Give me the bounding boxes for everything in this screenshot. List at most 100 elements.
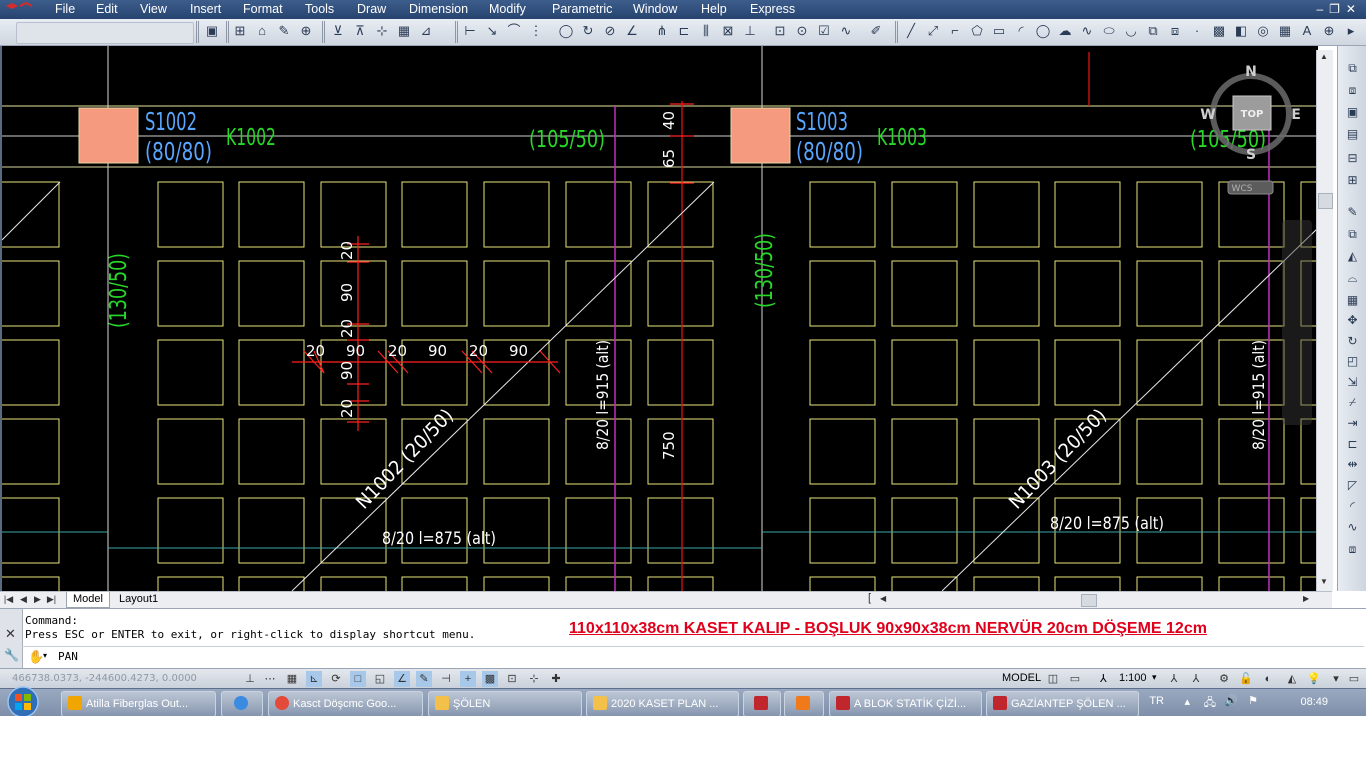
menu-draw[interactable]: Draw [357, 2, 386, 16]
tab-model[interactable]: Model [66, 592, 110, 608]
menu-view[interactable]: View [140, 2, 167, 16]
flag-icon[interactable]: ⚑ [1248, 694, 1258, 707]
snap-icon[interactable]: ⊻ [330, 22, 346, 39]
properties-icon[interactable]: ⊞ [232, 22, 248, 39]
taskbar-item-autocad-a-blok[interactable]: A BLOK STATİK ÇİZİ... [829, 691, 982, 716]
trim-icon[interactable]: ⌿ [1344, 394, 1361, 410]
array-icon[interactable]: ▦ [1344, 292, 1361, 308]
chevron-down-icon[interactable]: ▾ [43, 651, 47, 660]
toolbar-grip[interactable] [455, 21, 458, 43]
menu-modify[interactable]: Modify [489, 2, 526, 16]
hscroll-left-arrow-icon[interactable]: ◀ [880, 594, 886, 603]
polyline-icon[interactable]: ⌐ [947, 22, 963, 39]
menu-dimension[interactable]: Dimension [409, 2, 468, 16]
tab-prev-icon[interactable]: ◀ [18, 593, 29, 606]
viewport-icon[interactable]: ⧉ [1344, 60, 1361, 76]
taskbar-item-ie[interactable] [221, 691, 263, 716]
polar-icon[interactable]: ⟳ [328, 671, 344, 687]
3dosnap-icon[interactable]: ◱ [372, 671, 388, 687]
gradient-icon[interactable]: ◧ [1233, 22, 1249, 39]
mtext-icon[interactable]: A [1299, 22, 1315, 39]
network-icon[interactable]: 🖧 [1204, 694, 1216, 713]
sc-icon[interactable]: ⊹ [526, 671, 542, 687]
command-window-handle[interactable]: ✕ 🔧 [0, 609, 23, 669]
toolbar-grip[interactable] [196, 21, 199, 43]
menu-format[interactable]: Format [243, 2, 283, 16]
revcloud-icon[interactable]: ☁ [1057, 22, 1073, 39]
taskbar-item-folder-solen[interactable]: ŞÖLEN [428, 691, 582, 716]
join-icon[interactable]: ⇹ [1344, 456, 1361, 472]
lightbulb-icon[interactable]: 💡 [1306, 671, 1322, 687]
dim-break-icon[interactable]: ⊥ [742, 22, 758, 39]
point-icon[interactable]: · [1189, 22, 1205, 39]
auto-scale-icon[interactable]: ⅄ [1188, 671, 1204, 687]
workspace-dropdown[interactable] [16, 22, 194, 44]
taskbar-item-acrobat[interactable] [743, 691, 781, 716]
arc-icon[interactable]: ◜ [1013, 22, 1029, 39]
lock-icon[interactable]: 🔓 [1238, 671, 1254, 687]
am-icon[interactable]: ✚ [548, 671, 564, 687]
matchprop-icon[interactable]: ⊕ [298, 22, 314, 39]
make-block-icon[interactable]: ⧈ [1167, 22, 1183, 39]
jogged-linear-icon[interactable]: ∿ [838, 22, 854, 39]
chamfer-icon[interactable]: ◸ [1344, 477, 1361, 493]
compass-n[interactable]: N [1245, 64, 1257, 80]
mirror-icon[interactable]: ◭ [1344, 248, 1361, 264]
hardware-accel-icon[interactable]: ◐ [1260, 671, 1276, 687]
scroll-up-icon[interactable]: ▲ [1320, 52, 1328, 61]
quick-view-drawings-icon[interactable]: ▭ [1067, 671, 1083, 687]
circle-icon[interactable]: ◯ [1035, 22, 1051, 39]
wrench-icon[interactable]: 🔧 [4, 648, 19, 662]
dim-arc-icon[interactable]: ⌒ [506, 22, 522, 39]
offset-icon[interactable]: ⌓ [1344, 270, 1361, 286]
menu-help[interactable]: Help [701, 2, 727, 16]
ellipse-arc-icon[interactable]: ◡ [1123, 22, 1139, 39]
dim-baseline-icon[interactable]: ⊏ [676, 22, 692, 39]
status-menu-icon[interactable]: ▾ [1328, 671, 1344, 687]
osnap-icon[interactable]: ⊼ [352, 22, 368, 39]
layer-icon[interactable]: ▣ [204, 22, 220, 39]
compass-e[interactable]: E [1291, 107, 1301, 123]
clock[interactable]: 08:49 [1300, 696, 1328, 708]
clean-screen-icon[interactable]: ▭ [1346, 671, 1362, 687]
new-view-icon[interactable]: ⊟ [1344, 150, 1361, 166]
toolbar-more-icon[interactable]: ▸ [1343, 22, 1359, 39]
compass-w[interactable]: W [1200, 107, 1215, 123]
close-icon[interactable]: ✕ [5, 626, 16, 642]
grid-icon[interactable]: ▦ [284, 671, 300, 687]
toolbar-grip[interactable] [895, 21, 898, 43]
snap-mode-icon[interactable]: ⋯ [262, 671, 278, 687]
dim-ordinate-icon[interactable]: ⋮ [528, 22, 544, 39]
erase-icon[interactable]: ⌂ [254, 22, 270, 39]
tab-next-icon[interactable]: ▶ [32, 593, 43, 606]
cursor-coordinates[interactable]: 466738.0373, -244600.4273, 0.0000 [12, 673, 197, 684]
command-input[interactable]: ✋ ▾ PAN [22, 646, 1364, 667]
region-icon[interactable]: ◎ [1255, 22, 1271, 39]
column-s1002[interactable] [78, 107, 139, 164]
viewport-scale-icon[interactable]: ▤ [1344, 126, 1361, 142]
rectangle-icon[interactable]: ▭ [991, 22, 1007, 39]
scroll-down-icon[interactable]: ▼ [1320, 577, 1328, 586]
dim-continue-icon[interactable]: ⫼ [698, 22, 714, 39]
chevron-down-icon[interactable]: ▾ [1152, 672, 1157, 683]
insert-block-icon[interactable]: ⧉ [1145, 22, 1161, 39]
column-s1003[interactable] [730, 107, 791, 164]
taskbar-item-outlook[interactable]: Atilla Fiberglas Out... [61, 691, 216, 716]
model-space-toggle[interactable]: MODEL [1002, 672, 1041, 684]
table-draw-icon[interactable]: ▦ [1277, 22, 1293, 39]
dim-radius-icon[interactable]: ◯ [558, 22, 574, 39]
line-icon[interactable]: ╱ [903, 22, 919, 39]
vertical-scrollbar[interactable]: ▲ ▼ [1316, 50, 1333, 591]
language-indicator[interactable]: TR [1149, 695, 1164, 707]
start-button[interactable] [2, 685, 44, 716]
ducs-icon[interactable]: ✎ [416, 671, 432, 687]
transparency-icon[interactable]: ▩ [482, 671, 498, 687]
horizontal-scroll-thumb[interactable] [1081, 594, 1097, 607]
tracking-icon[interactable]: ⊹ [374, 22, 390, 39]
add-selected-icon[interactable]: ⊕ [1321, 22, 1337, 39]
menu-file[interactable]: File [55, 2, 75, 16]
taskbar-item-folder-kaset[interactable]: 2020 KASET PLAN ... [586, 691, 739, 716]
dim-diameter-icon[interactable]: ⊘ [602, 22, 618, 39]
tray-expand-icon[interactable]: ▴ [1184, 695, 1190, 708]
move-icon[interactable]: ✥ [1344, 312, 1361, 328]
